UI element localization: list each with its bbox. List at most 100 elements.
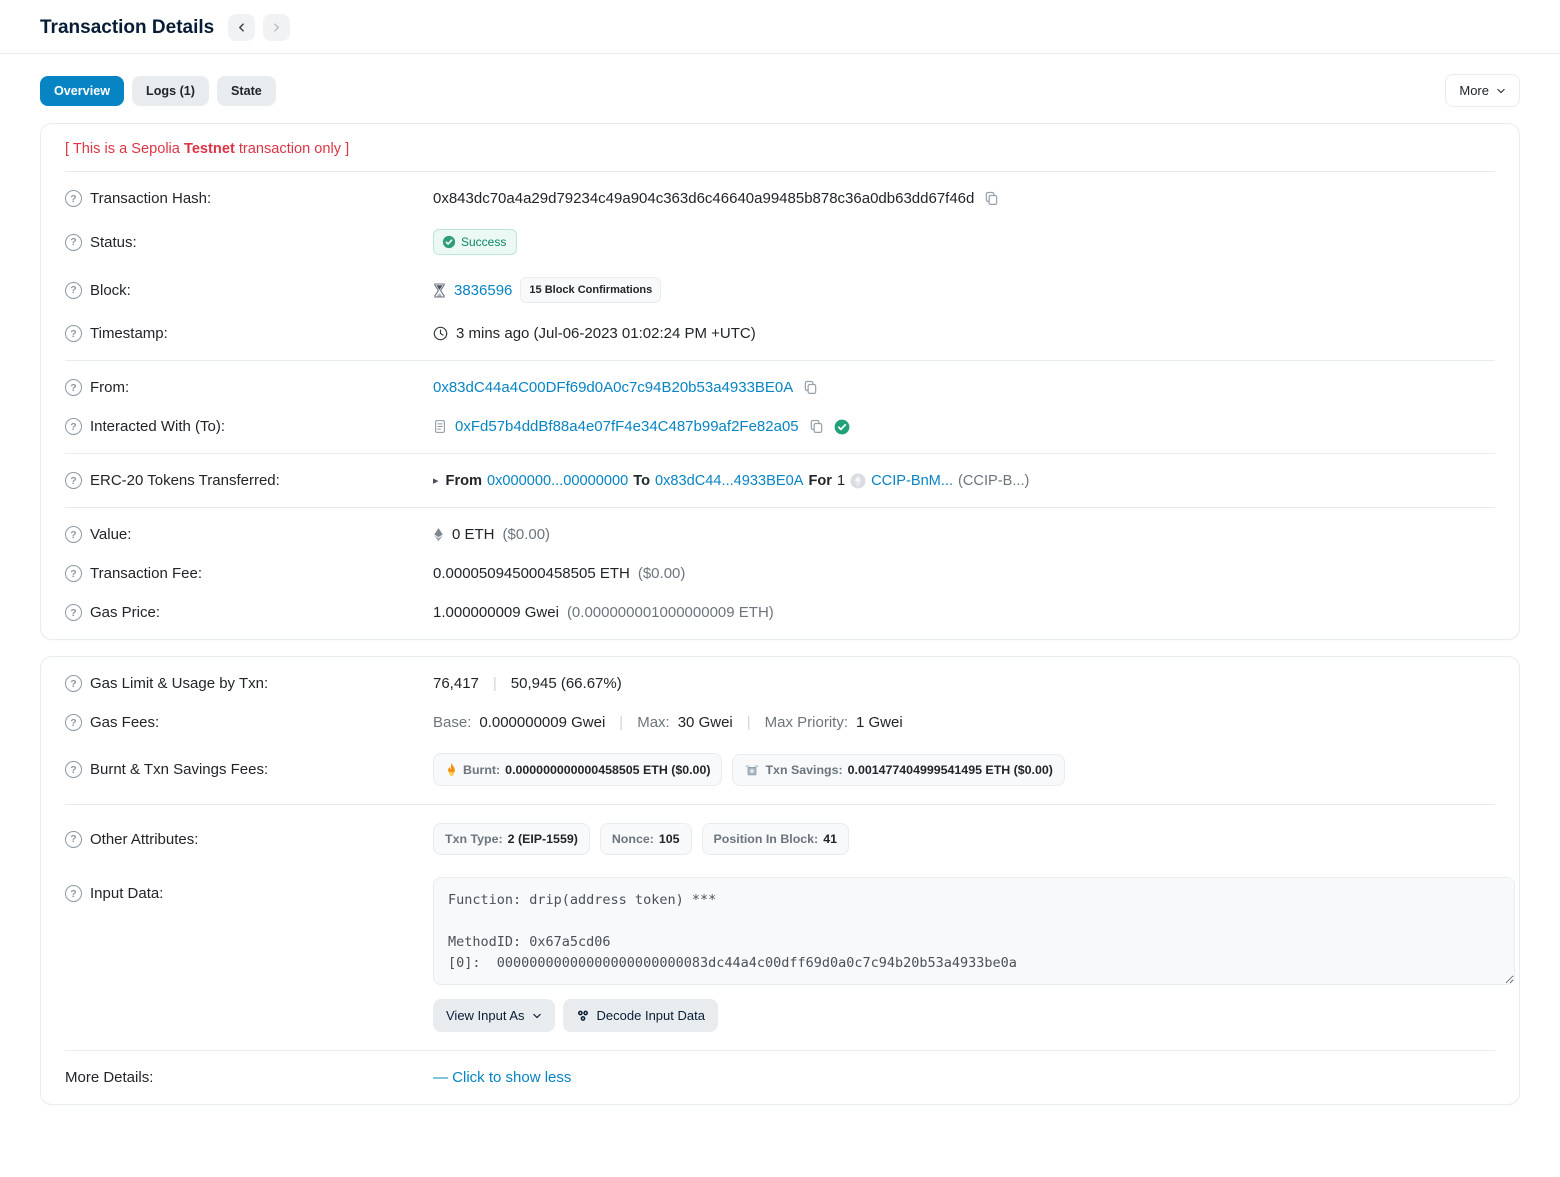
- row-status: ? Status: Success: [65, 218, 1495, 266]
- help-icon[interactable]: ?: [65, 282, 82, 299]
- tabs-row: Overview Logs (1) State More: [40, 74, 1520, 107]
- to-address-link[interactable]: 0xFd57b4ddBf88a4e07fF4e34C487b99af2Fe82a…: [455, 418, 799, 435]
- copy-transaction-hash-button[interactable]: [982, 191, 1001, 206]
- group-more-details: More Details: — Click to show less: [65, 1051, 1495, 1104]
- help-icon[interactable]: ?: [65, 675, 82, 692]
- timestamp-value: 3 mins ago (Jul-06-2023 01:02:24 PM +UTC…: [456, 325, 756, 342]
- show-less-link[interactable]: — Click to show less: [433, 1069, 571, 1086]
- group-addresses: ? From: 0x83dC44a4C00DFf69d0A0c7c94B20b5…: [65, 361, 1495, 454]
- position-in-block-badge: Position In Block: 41: [702, 823, 849, 855]
- page-title: Transaction Details: [40, 17, 214, 39]
- row-block: ? Block: 3836596 15 Block Confirmations: [65, 266, 1495, 314]
- gas-limit-value: 76,417: [433, 675, 479, 692]
- testnet-warning: [ This is a Sepolia Testnet transaction …: [65, 141, 1495, 157]
- row-transaction-hash: ? Transaction Hash: 0x843dc70a4a29d79234…: [65, 179, 1495, 218]
- transaction-hash-value: 0x843dc70a4a29d79234c49a904c363d6c46640a…: [433, 190, 974, 207]
- decode-icon: [576, 1009, 590, 1023]
- transaction-details-page: Transaction Details Overview Logs (1) St…: [0, 0, 1560, 1135]
- row-input-data: ? Input Data: Function: drip(address tok…: [65, 866, 1495, 1043]
- more-details-label: More Details:: [65, 1069, 153, 1086]
- verified-check-icon: [834, 419, 850, 435]
- tab-overview[interactable]: Overview: [40, 76, 124, 106]
- help-icon[interactable]: ?: [65, 472, 82, 489]
- hourglass-icon: [433, 283, 446, 298]
- chevron-left-icon: [236, 22, 247, 33]
- input-data-textarea[interactable]: Function: drip(address token) *** Method…: [433, 877, 1515, 985]
- help-icon[interactable]: ?: [65, 831, 82, 848]
- group-gas-details: ? Gas Limit & Usage by Txn: 76,417 | 50,…: [65, 657, 1495, 805]
- nonce-value: 105: [659, 832, 680, 846]
- chevron-down-icon: [532, 1011, 542, 1021]
- gas-price-label: Gas Price:: [90, 604, 160, 621]
- burnt-savings-label: Burnt & Txn Savings Fees:: [90, 761, 268, 778]
- previous-transaction-button[interactable]: [228, 14, 255, 41]
- txn-type-badge: Txn Type: 2 (EIP-1559): [433, 823, 590, 855]
- block-label: Block:: [90, 282, 131, 299]
- help-icon[interactable]: ?: [65, 526, 82, 543]
- chevron-right-icon: [271, 22, 282, 33]
- decode-input-data-button[interactable]: Decode Input Data: [563, 999, 718, 1032]
- expand-triangle-icon[interactable]: ▸: [433, 474, 439, 487]
- help-icon[interactable]: ?: [65, 604, 82, 621]
- group-transaction-info: ? Transaction Hash: 0x843dc70a4a29d79234…: [65, 172, 1495, 361]
- erc20-transfer-item: ▸ From 0x000000...00000000 To 0x83dC44..…: [433, 473, 1029, 489]
- txn-savings-label: Txn Savings:: [765, 763, 842, 777]
- max-priority-fee-value: 1 Gwei: [856, 714, 903, 731]
- burnt-fee-label: Burnt:: [463, 763, 500, 777]
- from-address-link[interactable]: 0x83dC44a4C00DFf69d0A0c7c94B20b53a4933BE…: [433, 379, 793, 396]
- txn-savings-badge: Txn Savings: 0.001477404999541495 ETH ($…: [732, 754, 1064, 786]
- help-icon[interactable]: ?: [65, 418, 82, 435]
- separator: |: [487, 675, 503, 692]
- details-card: ? Gas Limit & Usage by Txn: 76,417 | 50,…: [40, 656, 1520, 1105]
- row-gas-price: ? Gas Price: 1.000000009 Gwei (0.0000000…: [65, 593, 1495, 632]
- help-icon[interactable]: ?: [65, 761, 82, 778]
- testnet-warning-group: [ This is a Sepolia Testnet transaction …: [65, 124, 1495, 172]
- erc20-from-address-link[interactable]: 0x000000...00000000: [487, 473, 628, 489]
- copy-to-address-button[interactable]: [807, 419, 826, 434]
- next-transaction-button[interactable]: [263, 14, 290, 41]
- txn-type-label: Txn Type:: [445, 832, 503, 846]
- help-icon[interactable]: ?: [65, 234, 82, 251]
- help-icon[interactable]: ?: [65, 714, 82, 731]
- overview-card: [ This is a Sepolia Testnet transaction …: [40, 123, 1520, 640]
- help-icon[interactable]: ?: [65, 565, 82, 582]
- row-more-details: More Details: — Click to show less: [65, 1058, 1495, 1097]
- input-data-label: Input Data:: [90, 885, 163, 902]
- input-data-buttons: View Input As Decode Input Data: [433, 999, 1515, 1032]
- transaction-fee-usd: ($0.00): [638, 565, 686, 582]
- erc20-to-address-link[interactable]: 0x83dC44...4933BE0A: [655, 473, 803, 489]
- tab-state[interactable]: State: [217, 76, 276, 106]
- txn-savings-value: 0.001477404999541495 ETH ($0.00): [848, 763, 1053, 777]
- erc20-amount: 1: [837, 473, 845, 489]
- contract-file-icon: [433, 419, 447, 434]
- transaction-hash-label: Transaction Hash:: [90, 190, 211, 207]
- row-other-attributes: ? Other Attributes: Txn Type: 2 (EIP-155…: [65, 812, 1495, 866]
- block-number-link[interactable]: 3836596: [454, 282, 512, 299]
- copy-icon: [984, 191, 999, 206]
- help-icon[interactable]: ?: [65, 379, 82, 396]
- transaction-fee-label: Transaction Fee:: [90, 565, 202, 582]
- chevron-down-icon: [1496, 86, 1506, 96]
- help-icon[interactable]: ?: [65, 190, 82, 207]
- page-header: Transaction Details: [40, 8, 1520, 51]
- erc20-token-link[interactable]: CCIP-BnM...: [871, 473, 953, 489]
- row-gas-limit-usage: ? Gas Limit & Usage by Txn: 76,417 | 50,…: [65, 664, 1495, 703]
- erc20-from-word: From: [446, 473, 482, 489]
- tab-logs[interactable]: Logs (1): [132, 76, 209, 106]
- separator: |: [741, 714, 757, 731]
- view-input-as-button[interactable]: View Input As: [433, 999, 555, 1032]
- position-in-block-label: Position In Block:: [714, 832, 819, 846]
- group-other-attributes: ? Other Attributes: Txn Type: 2 (EIP-155…: [65, 805, 1495, 1051]
- row-burnt-savings: ? Burnt & Txn Savings Fees: Burnt: 0.000…: [65, 742, 1495, 797]
- more-button-label: More: [1459, 83, 1489, 98]
- row-interacted-with: ? Interacted With (To): 0xFd57b4ddBf88a4…: [65, 407, 1495, 446]
- header-divider: [0, 53, 1560, 54]
- help-icon[interactable]: ?: [65, 325, 82, 342]
- group-value-fee: ? Value: 0 ETH ($0.00) ? Transaction Fee…: [65, 508, 1495, 639]
- view-input-as-label: View Input As: [446, 1008, 525, 1023]
- more-button[interactable]: More: [1445, 74, 1520, 107]
- help-icon[interactable]: ?: [65, 885, 82, 902]
- copy-from-address-button[interactable]: [801, 380, 820, 395]
- row-gas-fees: ? Gas Fees: Base: 0.000000009 Gwei | Max…: [65, 703, 1495, 742]
- status-label: Status:: [90, 234, 137, 251]
